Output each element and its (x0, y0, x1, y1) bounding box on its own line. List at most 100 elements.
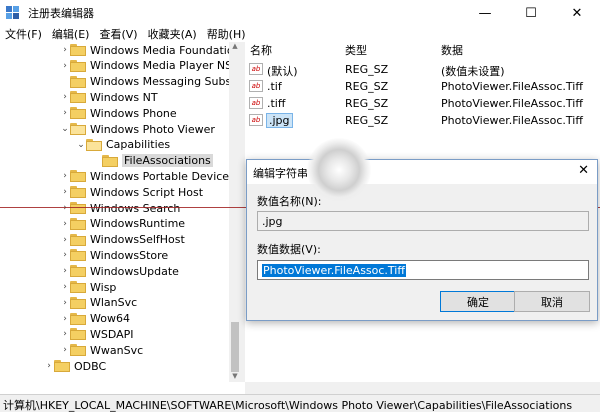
tree-item-label: Windows Photo Viewer (90, 122, 215, 136)
tree-item[interactable]: › WindowsSelfHost (60, 232, 185, 248)
value-name: .tiff (267, 97, 286, 110)
folder-icon (70, 281, 86, 293)
value-row[interactable]: ab .tif REG_SZ PhotoViewer.FileAssoc.Tif… (245, 78, 600, 95)
folder-icon (70, 233, 86, 246)
value-name: .jpg (266, 113, 293, 128)
status-bar-path: 计算机\HKEY_LOCAL_MACHINE\SOFTWARE\Microsof… (0, 394, 600, 412)
menu-edit[interactable]: 编辑(E) (47, 26, 95, 42)
expand-chevron-icon[interactable]: › (60, 92, 70, 102)
dialog-title-bar: 编辑字符串 ✕ (247, 138, 597, 202)
expand-chevron-icon[interactable]: › (44, 361, 54, 371)
expand-chevron-icon[interactable]: › (60, 187, 70, 197)
expand-chevron-icon[interactable]: › (60, 250, 70, 260)
tree-item[interactable]: › WlanSvc (60, 295, 137, 311)
tree-item[interactable]: › Wisp (60, 279, 116, 295)
tree-item-label: Windows Media Player NSS (90, 59, 240, 73)
folder-icon (70, 123, 86, 135)
folder-icon (70, 344, 86, 357)
tree-item[interactable]: › Windows Media Foundation (60, 42, 240, 58)
scroll-up-icon[interactable]: ▲ (229, 42, 241, 52)
tree-item[interactable]: › WindowsUpdate (60, 263, 179, 279)
tree-item[interactable]: › WindowsRuntime (60, 216, 185, 232)
expand-chevron-icon[interactable]: › (60, 235, 70, 245)
tree-item-label: WSDAPI (90, 327, 134, 341)
expand-chevron-icon[interactable]: › (60, 282, 70, 292)
tree-item[interactable]: › Windows Search (60, 200, 180, 216)
title-bar: 注册表编辑器 — ☐ ✕ (0, 0, 600, 26)
value-type: REG_SZ (345, 97, 389, 110)
expand-chevron-icon[interactable]: › (60, 171, 70, 181)
string-value-icon: ab (249, 97, 263, 109)
expand-chevron-icon[interactable]: › (60, 61, 70, 71)
tree-scrollbar[interactable]: ▲ ▼ (229, 42, 241, 382)
minimize-button[interactable]: — (462, 0, 508, 26)
scroll-down-icon[interactable]: ▼ (229, 372, 241, 382)
tree-item[interactable]: › Windows NT (60, 89, 157, 105)
cancel-button[interactable]: 取消 (514, 291, 590, 312)
close-button[interactable]: ✕ (554, 0, 600, 26)
tree-item[interactable]: › WindowsStore (60, 247, 168, 263)
menu-favorites[interactable]: 收藏夹(A) (143, 26, 202, 42)
tree-item[interactable]: ⌄ Capabilities (76, 137, 170, 153)
expand-chevron-icon[interactable]: › (60, 345, 70, 355)
value-row[interactable]: ab .tiff REG_SZ PhotoViewer.FileAssoc.Ti… (245, 95, 600, 112)
dialog-close-button[interactable]: ✕ (578, 163, 589, 178)
column-header-type[interactable]: 类型 (345, 42, 367, 58)
tree-item[interactable]: › WSDAPI (60, 326, 134, 342)
tree-item[interactable]: FileAssociations (92, 153, 213, 169)
expand-chevron-icon[interactable]: › (60, 329, 70, 339)
expand-chevron-icon[interactable]: › (60, 298, 70, 308)
expand-chevron-icon[interactable]: › (60, 266, 70, 276)
tree-item[interactable]: › Windows Portable Devices (60, 168, 235, 184)
tree-item-label: WindowsSelfHost (90, 233, 185, 247)
value-name-field[interactable]: .jpg (257, 211, 589, 231)
tree-item-label: WwanSvc (90, 343, 144, 357)
expand-chevron-icon[interactable]: › (60, 314, 70, 324)
folder-icon (70, 202, 86, 214)
tree-scroll-thumb[interactable] (231, 322, 239, 372)
tree-item[interactable]: › Windows Phone (60, 105, 177, 121)
folder-icon (70, 249, 86, 262)
tree-item[interactable]: Windows Messaging Subsys (60, 74, 240, 90)
tree-item-label: ODBC (74, 359, 107, 373)
tree-item[interactable]: › Wow64 (60, 311, 130, 327)
tree-item-label: Windows Script Host (90, 185, 204, 199)
column-header-name[interactable]: 名称 (250, 42, 272, 58)
tree-item[interactable]: › ODBC (44, 358, 106, 374)
tree-item[interactable]: › Windows Script Host (60, 184, 203, 200)
tree-item[interactable]: › WwanSvc (60, 342, 143, 358)
expand-chevron-icon[interactable]: › (60, 45, 70, 55)
registry-tree: › Windows Media Foundation › Windows Media … (0, 42, 240, 382)
tree-item[interactable]: ⌄ Windows Photo Viewer (60, 121, 215, 137)
column-header-data[interactable]: 数据 (441, 42, 463, 58)
tree-item-label: WindowsUpdate (90, 264, 179, 278)
tree-item-label: Windows Search (90, 201, 181, 215)
expand-chevron-icon[interactable]: › (60, 203, 70, 213)
value-row-selected[interactable]: ab .jpg REG_SZ PhotoViewer.FileAssoc.Tif… (245, 112, 600, 129)
ok-button[interactable]: 确定 (440, 291, 516, 312)
value-data-field[interactable]: PhotoViewer.FileAssoc.Tiff (257, 260, 589, 280)
tree-item-label: Wow64 (90, 312, 130, 326)
menu-file[interactable]: 文件(F) (0, 26, 47, 42)
folder-icon (70, 59, 86, 72)
folder-icon (70, 91, 86, 104)
registry-editor-icon (6, 6, 20, 20)
value-name: .tif (267, 80, 282, 93)
values-horizontal-scrollbar[interactable] (245, 382, 600, 394)
folder-icon (70, 75, 86, 88)
expand-chevron-icon[interactable]: › (60, 108, 70, 118)
collapse-chevron-icon[interactable]: ⌄ (76, 140, 86, 150)
expand-chevron-icon[interactable]: › (60, 219, 70, 229)
value-data-text: PhotoViewer.FileAssoc.Tiff (262, 264, 406, 277)
value-row[interactable]: ab (默认) REG_SZ (数值未设置) (245, 61, 600, 78)
folder-icon (70, 328, 86, 341)
menu-help[interactable]: 帮助(H) (202, 26, 251, 42)
value-type: REG_SZ (345, 114, 389, 127)
tree-item-label: FileAssociations (122, 154, 213, 168)
folder-icon (54, 360, 70, 372)
tree-item-label: Windows Media Foundation (90, 43, 240, 57)
tree-item[interactable]: › Windows Media Player NSS (60, 58, 239, 74)
collapse-chevron-icon[interactable]: ⌄ (60, 124, 70, 134)
maximize-button[interactable]: ☐ (508, 0, 554, 26)
menu-view[interactable]: 查看(V) (94, 26, 142, 42)
